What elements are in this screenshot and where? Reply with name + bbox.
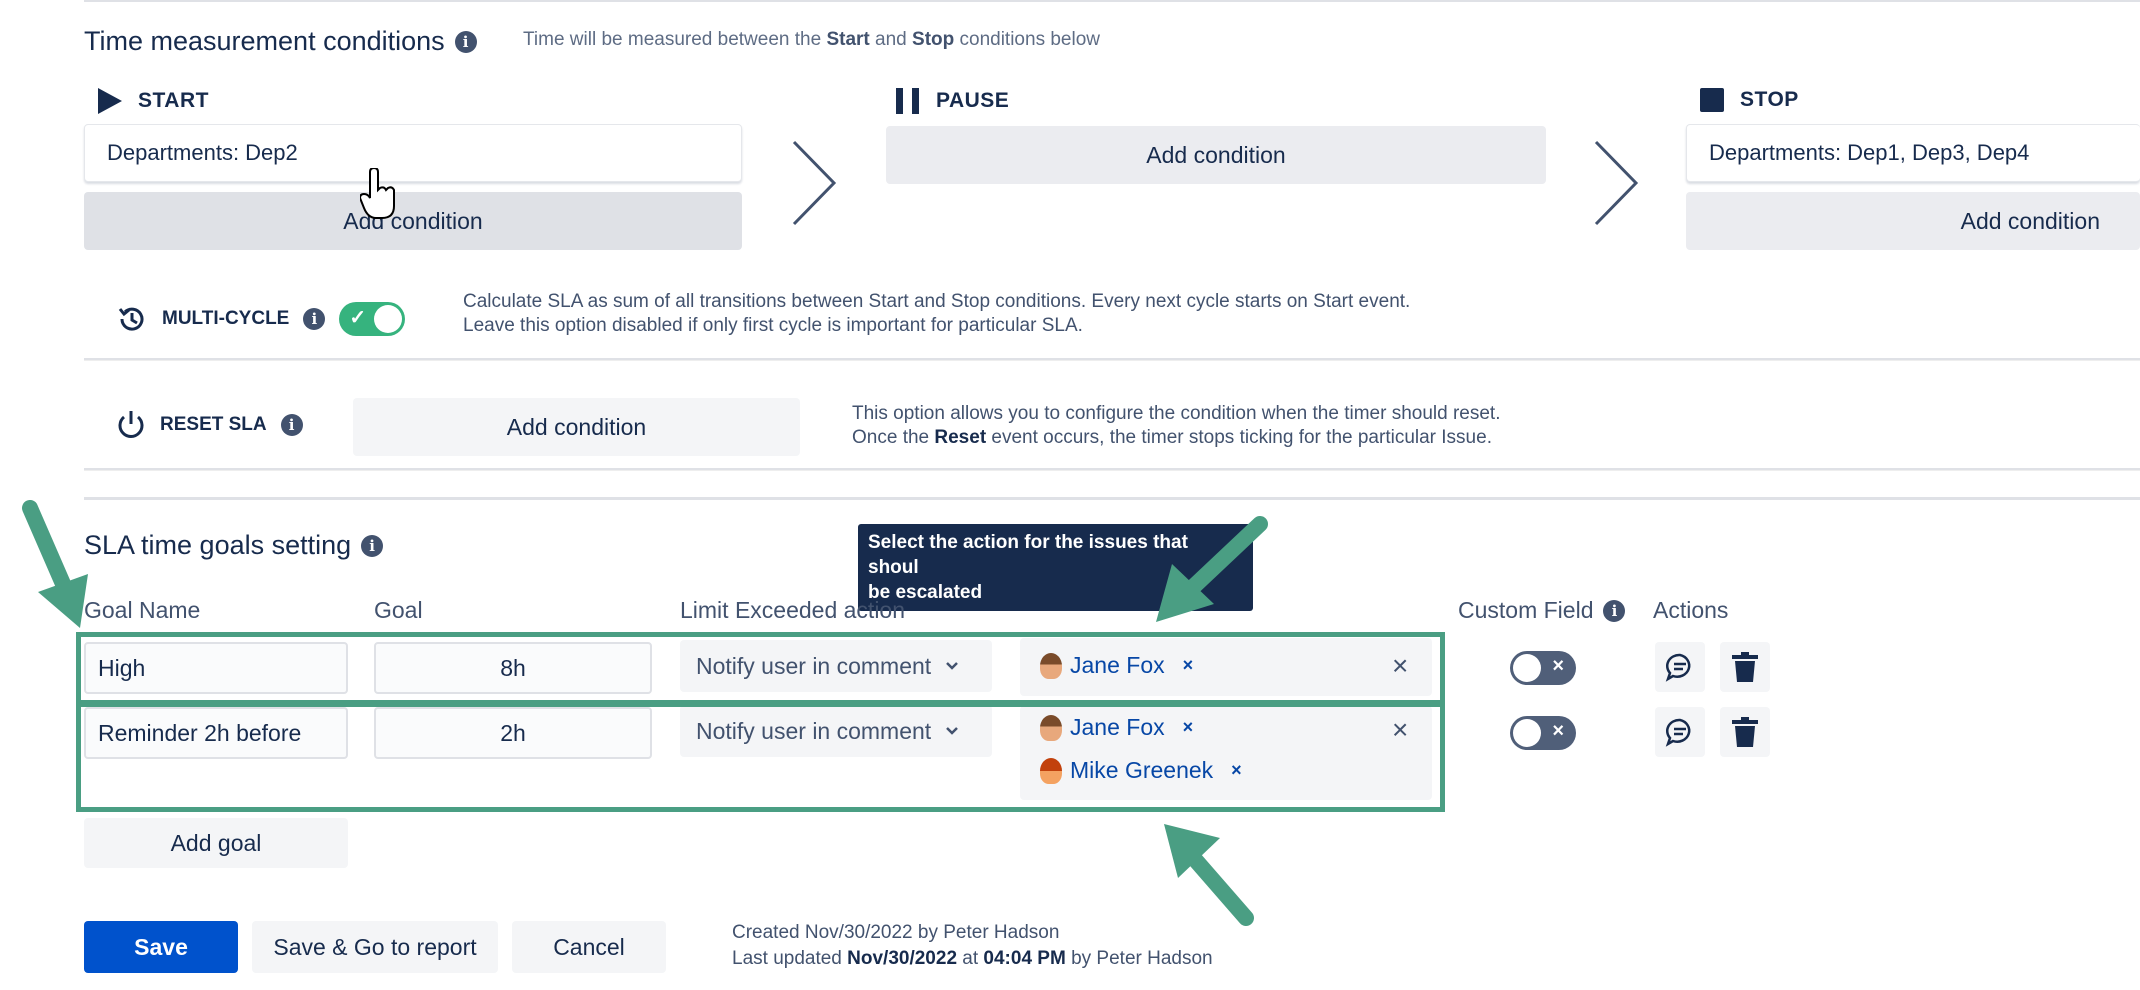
highlight-row-2 [76, 702, 1445, 812]
time-measurement-title: Time measurement conditions i [84, 26, 477, 57]
multi-cycle-toggle[interactable]: ✓ [339, 302, 406, 336]
reset-sla-label: RESET SLA i [116, 409, 303, 441]
cancel-button[interactable]: Cancel [512, 921, 666, 973]
header-action: Limit Exceeded action [680, 597, 906, 623]
chevron-right-icon [1594, 140, 1639, 226]
time-measurement-hint: Time will be measured between the Start … [523, 29, 1100, 50]
info-icon[interactable]: i [303, 308, 326, 330]
play-icon [98, 88, 122, 114]
stop-header: STOP [1700, 88, 1799, 112]
header-goal-name: Goal Name [84, 597, 201, 623]
reset-add-condition-button[interactable]: Add condition [353, 398, 800, 456]
hand-cursor-icon [360, 168, 395, 219]
pause-header: PAUSE [896, 88, 1009, 114]
multi-cycle-label: MULTI-CYCLE i ✓ [116, 302, 406, 336]
top-divider [84, 0, 2140, 2]
add-goal-button[interactable]: Add goal [84, 818, 348, 868]
pause-add-condition-button[interactable]: Add condition [886, 126, 1546, 184]
multi-cycle-description: Calculate SLA as sum of all transitions … [463, 291, 1411, 336]
audit-info: Created Nov/30/2022 by Peter Hadson Last… [732, 922, 1213, 969]
pause-icon [896, 88, 919, 114]
header-actions: Actions [1653, 597, 1729, 623]
power-icon [118, 411, 144, 438]
header-goal: Goal [374, 597, 423, 623]
custom-field-toggle[interactable]: × [1510, 651, 1576, 685]
info-icon[interactable]: i [454, 30, 477, 53]
highlight-row-1 [76, 632, 1445, 705]
section-divider [84, 497, 2140, 500]
save-go-to-report-button[interactable]: Save & Go to report [252, 921, 498, 973]
delete-button[interactable] [1720, 642, 1770, 692]
annotation-arrow-icon [1164, 824, 1254, 926]
chevron-right-icon [792, 140, 837, 226]
check-icon: ✓ [349, 307, 367, 329]
custom-field-toggle[interactable]: × [1510, 716, 1576, 750]
comment-button[interactable] [1655, 707, 1705, 757]
stop-add-condition-button[interactable]: Add condition [1686, 192, 2140, 250]
info-icon[interactable]: i [1603, 599, 1626, 622]
comment-button[interactable] [1655, 642, 1705, 692]
save-button[interactable]: Save [84, 921, 238, 973]
stop-condition-card[interactable]: Departments: Dep1, Dep3, Dep4 [1686, 124, 2140, 182]
delete-button[interactable] [1720, 707, 1770, 757]
start-header: START [98, 88, 209, 114]
reset-sla-description: This option allows you to configure the … [852, 403, 1501, 448]
history-icon [118, 307, 144, 331]
stop-icon [1700, 88, 1724, 112]
comment-icon [1665, 653, 1691, 682]
start-add-condition-button[interactable]: Add condition [84, 192, 742, 250]
comment-icon [1665, 718, 1691, 747]
start-condition-card[interactable]: Departments: Dep2 [84, 124, 742, 182]
trash-icon [1732, 652, 1758, 682]
header-custom-field: Custom Field i [1458, 597, 1626, 624]
trash-icon [1732, 717, 1758, 747]
sla-goals-title: SLA time goals setting i [84, 530, 384, 561]
info-icon[interactable]: i [361, 534, 384, 557]
annotation-arrow-icon [1156, 516, 1268, 622]
annotation-arrow-icon [22, 500, 88, 628]
info-icon[interactable]: i [280, 414, 303, 436]
